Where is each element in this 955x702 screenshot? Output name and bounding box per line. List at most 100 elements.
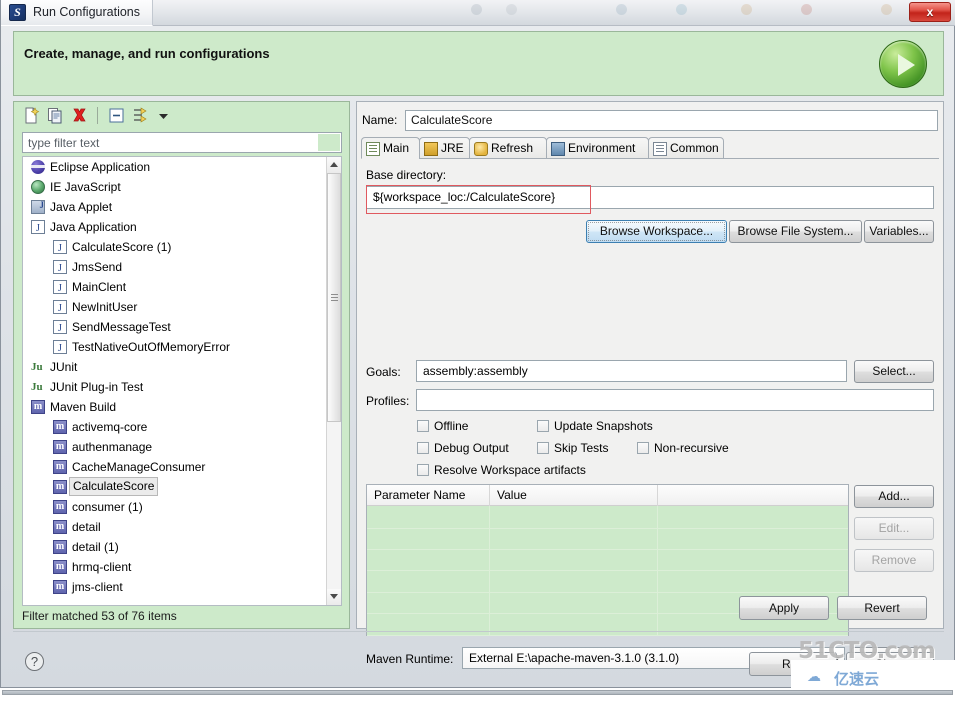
maven-icon: m xyxy=(53,520,67,534)
globe-icon xyxy=(31,180,45,194)
tab-refresh[interactable]: Refresh xyxy=(469,137,547,159)
maven-icon: m xyxy=(53,560,67,574)
tree-item[interactable]: m detail (1) xyxy=(23,537,327,557)
java-launch-icon xyxy=(53,340,67,354)
tree-item[interactable]: IE JavaScript xyxy=(23,177,327,197)
tab-label: JRE xyxy=(441,141,464,155)
maven-icon: m xyxy=(53,420,67,434)
configuration-editor-panel: Name: CalculateScore MainJRERefreshEnvir… xyxy=(356,101,944,629)
close-button[interactable]: Close xyxy=(846,652,934,676)
run-configurations-dialog: S Run Configurations x Create, manage, a… xyxy=(0,0,955,688)
table-row[interactable] xyxy=(367,549,848,571)
tree-item[interactable]: mjms-client xyxy=(23,577,327,597)
scroll-down-arrow-icon[interactable] xyxy=(327,589,341,605)
tree-item-label: JUnit xyxy=(50,357,77,377)
maven-icon: m xyxy=(53,540,67,554)
tree-item-label: detail (1) xyxy=(72,537,119,557)
tab-label: Common xyxy=(670,141,719,155)
add-parameter-button[interactable]: Add... xyxy=(854,485,934,508)
tree-item[interactable]: Java Applet xyxy=(23,197,327,217)
browse-workspace-button[interactable]: Browse Workspace... xyxy=(586,220,727,243)
close-window-button[interactable]: x xyxy=(909,2,951,22)
tab-label: Environment xyxy=(568,141,635,155)
tree-items-container: Eclipse ApplicationIE JavaScriptJava App… xyxy=(23,157,327,605)
tab-label: Main xyxy=(383,141,409,155)
help-question-icon[interactable]: ? xyxy=(25,652,44,671)
tree-item[interactable]: Java Application xyxy=(23,217,327,237)
tree-item[interactable]: Eclipse Application xyxy=(23,157,327,177)
common-tab-icon xyxy=(653,142,667,156)
tab-main[interactable]: Main xyxy=(361,137,420,159)
tree-item[interactable]: mconsumer (1) xyxy=(23,497,327,517)
tree-item-label: CalculateScore (1) xyxy=(72,237,171,257)
tree-item[interactable]: NewInitUser xyxy=(23,297,327,317)
table-row[interactable] xyxy=(367,507,848,529)
tree-item[interactable]: CalculateScore (1) xyxy=(23,237,327,257)
goals-select-button[interactable]: Select... xyxy=(854,360,934,383)
tree-item-label: activemq-core xyxy=(72,417,147,437)
view-menu-chevron-icon[interactable] xyxy=(154,106,173,125)
maven-icon: m xyxy=(53,440,67,454)
dialog-header-banner: Create, manage, and run configurations xyxy=(13,31,944,96)
browse-file-system-button[interactable]: Browse File System... xyxy=(729,220,862,243)
tree-item[interactable]: mauthenmanage xyxy=(23,437,327,457)
column-divider xyxy=(489,485,490,506)
filter-input-box[interactable]: type filter text xyxy=(22,132,342,153)
tree-item[interactable]: mCalculateScore xyxy=(23,477,327,497)
bg-dot xyxy=(741,4,752,15)
delete-configuration-icon[interactable] xyxy=(70,106,89,125)
junit-icon xyxy=(31,360,45,374)
tree-item[interactable]: mMaven Build xyxy=(23,397,327,417)
run-button[interactable]: Run xyxy=(749,652,837,676)
bg-dot xyxy=(881,4,892,15)
tree-item-label: SendMessageTest xyxy=(72,317,171,337)
profiles-input[interactable] xyxy=(416,389,934,411)
base-directory-input[interactable]: ${workspace_loc:/CalculateScore} xyxy=(366,186,934,209)
tree-item-label: hrmq-client xyxy=(72,557,131,577)
scroll-up-arrow-icon[interactable] xyxy=(327,157,341,173)
configurations-tree[interactable]: Eclipse ApplicationIE JavaScriptJava App… xyxy=(22,156,342,606)
tree-item[interactable]: MainClent xyxy=(23,277,327,297)
column-divider xyxy=(489,506,490,636)
goals-input[interactable]: assembly:assembly xyxy=(416,360,847,382)
jre-tab-icon xyxy=(424,142,438,156)
tree-item[interactable]: m hrmq-client xyxy=(23,557,327,577)
collapse-all-icon[interactable] xyxy=(107,106,126,125)
filter-icon[interactable] xyxy=(131,106,150,125)
tree-item[interactable]: TestNativeOutOfMemoryError xyxy=(23,337,327,357)
checkbox-box xyxy=(537,420,549,432)
tree-toolbar xyxy=(14,102,349,129)
tree-item[interactable]: JUnit Plug-in Test xyxy=(23,377,327,397)
tree-item[interactable]: JmsSend xyxy=(23,257,327,277)
tree-item[interactable]: SendMessageTest xyxy=(23,317,327,337)
footer-divider xyxy=(13,631,944,632)
duplicate-configuration-icon[interactable] xyxy=(46,106,65,125)
tab-common[interactable]: Common xyxy=(648,137,724,159)
toolbar-divider xyxy=(97,107,98,124)
tree-vertical-scrollbar[interactable] xyxy=(326,157,341,605)
bg-dot xyxy=(801,4,812,15)
new-configuration-icon[interactable] xyxy=(22,106,41,125)
tree-item[interactable]: mCacheManageConsumer xyxy=(23,457,327,477)
edit-parameter-button: Edit... xyxy=(854,517,934,540)
tab-environment[interactable]: Environment xyxy=(546,137,649,159)
table-row[interactable] xyxy=(367,528,848,550)
maven-icon: m xyxy=(53,460,67,474)
revert-button[interactable]: Revert xyxy=(837,596,927,620)
column-header-value: Value xyxy=(497,488,527,502)
table-row[interactable] xyxy=(367,571,848,593)
filter-clear-button[interactable] xyxy=(318,134,340,151)
checkbox-label: Update Snapshots xyxy=(554,419,653,433)
tab-jre[interactable]: JRE xyxy=(419,137,470,159)
scrollbar-thumb[interactable] xyxy=(327,173,341,422)
tree-item-label: CalculateScore xyxy=(69,477,158,496)
tree-item[interactable]: mdetail xyxy=(23,517,327,537)
remove-parameter-button: Remove xyxy=(854,549,934,572)
apply-button[interactable]: Apply xyxy=(739,596,829,620)
variables-button[interactable]: Variables... xyxy=(864,220,934,243)
tree-item-label: JmsSend xyxy=(72,257,122,277)
tree-item[interactable]: JUnit xyxy=(23,357,327,377)
tree-item[interactable]: m activemq-core xyxy=(23,417,327,437)
checkbox-label: Resolve Workspace artifacts xyxy=(434,463,586,477)
name-input[interactable]: CalculateScore xyxy=(405,110,938,131)
